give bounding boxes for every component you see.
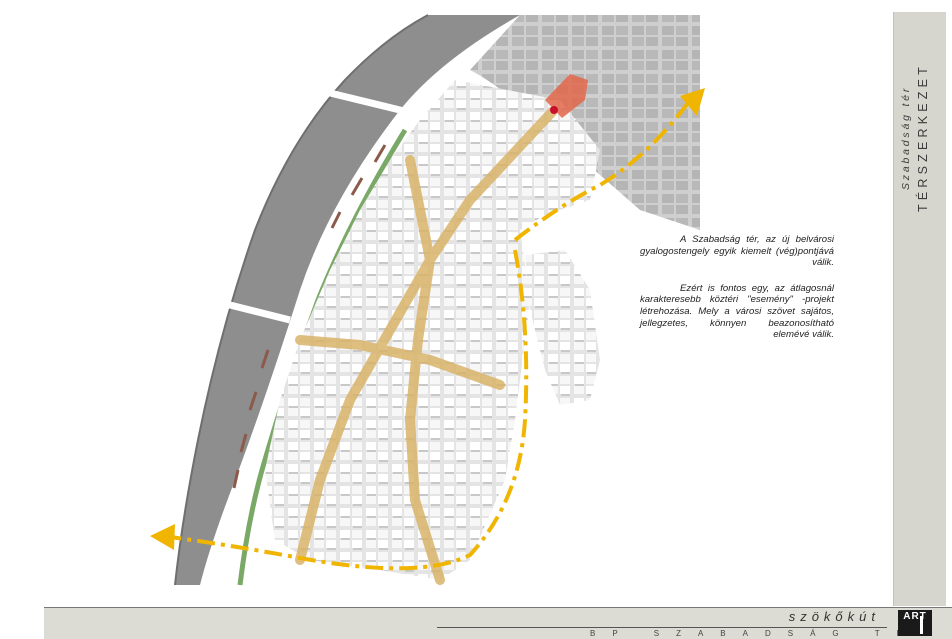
east-blocks xyxy=(525,250,600,405)
footer-subtitle: BP SZABADSÁG TÉR xyxy=(590,629,942,638)
arrow-head-west xyxy=(150,524,175,550)
footer-title: szökőkút xyxy=(788,609,880,624)
side-panel-title: TÉRSZERKEZET xyxy=(916,62,930,212)
logo: ART xyxy=(898,610,932,636)
description-text: A Szabadság tér, az új belvárosi gyalogo… xyxy=(640,234,834,355)
logo-bar xyxy=(920,616,923,634)
paragraph-1: A Szabadság tér, az új belvárosi gyalogo… xyxy=(640,234,834,269)
square-marker xyxy=(550,106,558,114)
logo-text: ART xyxy=(903,611,927,622)
footer-divider xyxy=(437,627,887,628)
paragraph-2: Ezért is fontos egy, az átlagosnál karak… xyxy=(640,282,834,341)
